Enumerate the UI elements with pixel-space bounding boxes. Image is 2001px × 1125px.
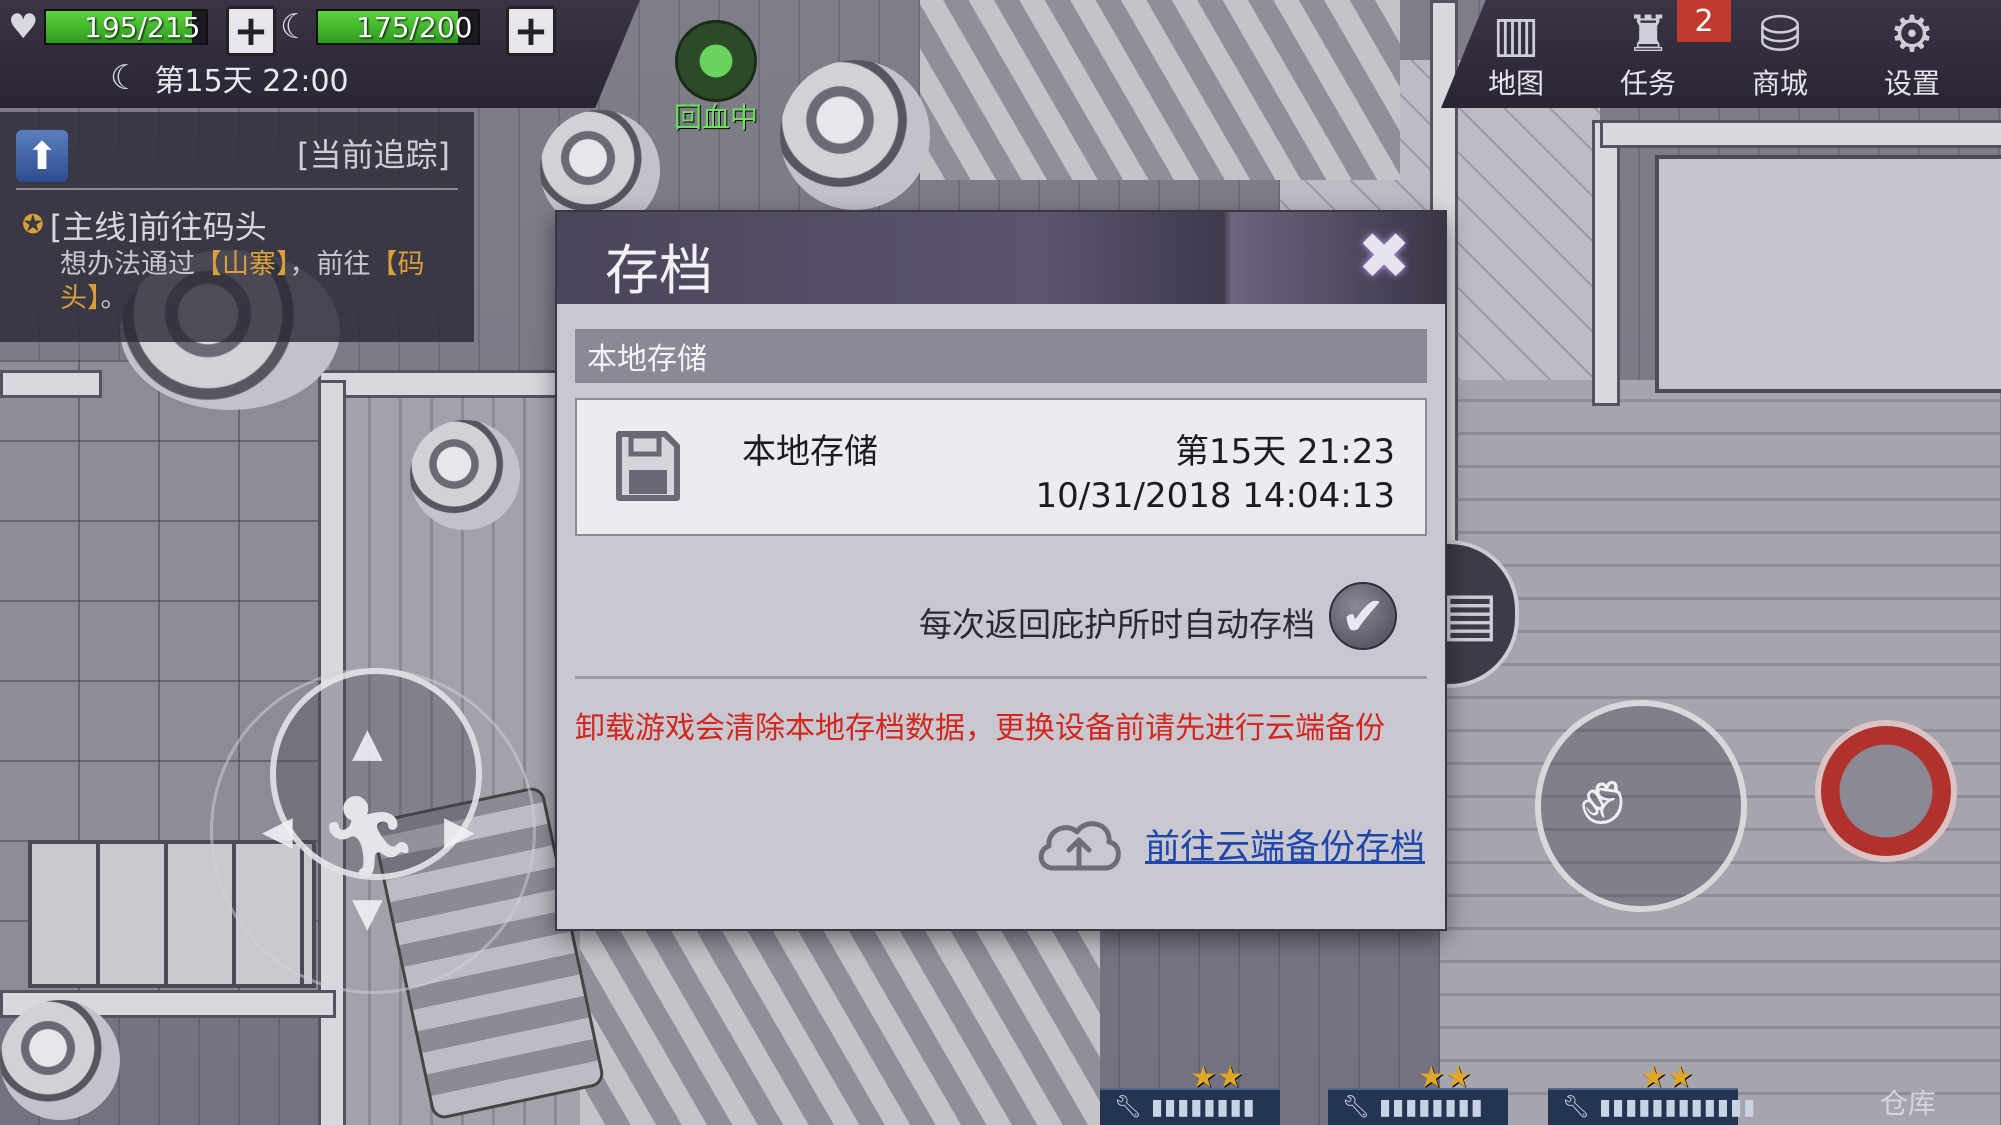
cloud-backup-link[interactable]: 前往云端备份存档 (1033, 812, 1425, 876)
close-icon: ✖ (1357, 220, 1411, 294)
quest-desc-text: 想办法通过 (60, 249, 195, 280)
quest-title-text: [主线]前往码头 (49, 208, 267, 246)
autosave-label: 每次返回庇护所时自动存档 (919, 605, 1315, 644)
item-durability: ▮▮▮▮▮▮▮▮ (1150, 1095, 1256, 1120)
regen-label: 回血中 (673, 101, 758, 134)
tasks-label: 任务 (1619, 67, 1676, 100)
item-durability-bar[interactable]: 🔧︎ ▮▮▮▮▮▮▮▮ (1100, 1088, 1280, 1125)
uninstall-warning: 卸载游戏会清除本地存档数据，更换设备前请先进行云端备份 (575, 711, 1385, 746)
cloud-upload-icon (1038, 821, 1121, 871)
striped-rug-bottom (580, 920, 1100, 1125)
wall-segment (318, 370, 564, 398)
quest-place-mountain-camp: 【山寨】 (195, 249, 290, 280)
map-button[interactable]: ▥ 地图 (1466, 6, 1566, 102)
item-durability-bar[interactable]: 🔧︎ ▮▮▮▮▮▮▮▮ (1328, 1088, 1508, 1125)
warehouse-button[interactable]: 仓库 (1880, 1082, 1936, 1122)
map-label: 地图 (1487, 67, 1544, 100)
health-text: 195/215 (84, 10, 201, 44)
dialog-header: 存档 ✖ (557, 212, 1445, 304)
checkmark-icon: ✔ (1340, 584, 1386, 648)
local-storage-section-header: 本地存储 (575, 329, 1427, 383)
save-slot-game-time: 第15天 21:23 (1174, 432, 1395, 472)
joystick-left-arrow-icon: ◀ (262, 808, 293, 854)
close-button[interactable]: ✖ (1351, 220, 1417, 294)
stamina-text: 175/200 (356, 10, 473, 44)
save-slot-real-time: 10/31/2018 14:04:13 (1035, 476, 1395, 516)
tasks-badge: 2 (1677, 0, 1731, 42)
quest-tracker-header: [当前追踪] (297, 136, 450, 174)
health-bar: 195/215 (44, 9, 209, 45)
map-icon: ▥ (1492, 5, 1540, 63)
settings-label: 设置 (1883, 67, 1940, 100)
settings-button[interactable]: ⚙ 设置 (1862, 6, 1962, 102)
item-durability: ▮▮▮▮▮▮▮▮ (1378, 1095, 1484, 1120)
collapse-arrow-icon[interactable]: ⬆ (16, 130, 68, 182)
wall-segment (0, 370, 102, 398)
dialog-title: 存档 (605, 239, 713, 302)
item-durability: ▮▮▮▮▮▮▮▮▮▮▮▮ (1598, 1095, 1757, 1120)
quest-tracker[interactable]: ⬆ [当前追踪] ✪ [主线]前往码头 想办法通过【山寨】，前往【码头】。 (0, 112, 474, 342)
save-dialog: 存档 ✖ 本地存储 本地存储 第15天 21:23 10/31/2018 14:… (557, 212, 1445, 929)
day-time-display: ☾ 第15天 22:00 (110, 56, 349, 100)
quest-divider (16, 188, 458, 190)
striped-rug-top (920, 0, 1400, 180)
moon-icon: ☾ (110, 58, 141, 98)
add-health-button[interactable]: + (226, 6, 276, 56)
run-icon: 🏃︎ (318, 790, 420, 883)
floppy-disk-icon (616, 431, 680, 501)
quest-desc-text: 。 (100, 283, 128, 314)
joystick-down-arrow-icon: ▼ (352, 890, 383, 936)
health-stat: ♥ 195/215 (8, 7, 209, 47)
gear-icon: ⚙ (1889, 5, 1935, 63)
stamina-bar: 175/200 (316, 9, 481, 45)
stamina-icon: ☾ (280, 7, 311, 47)
quest-marker-icon: ✪ (22, 210, 44, 240)
workbench-furniture (1655, 155, 2001, 393)
heart-icon: ♥ (8, 7, 39, 47)
regen-icon (675, 20, 757, 102)
wall-segment (1600, 120, 2001, 148)
weapon-slot[interactable] (1815, 720, 1957, 862)
quest-desc-text: ，前往 (289, 249, 371, 280)
regen-status: 回血中 (666, 20, 766, 136)
fist-icon: ✊︎ (1580, 748, 1626, 843)
plant-decor (780, 60, 930, 210)
stamina-stat: ☾ 175/200 (280, 7, 481, 47)
item-durability-bar[interactable]: 🔧︎ ▮▮▮▮▮▮▮▮▮▮▮▮ (1548, 1088, 1755, 1125)
wrench-icon: 🔧︎ (1562, 1095, 1591, 1120)
quest-description: 想办法通过【山寨】，前往【码头】。 (60, 248, 450, 316)
day-time-text: 第15天 22:00 (154, 64, 349, 99)
plant-decor (0, 1000, 120, 1120)
autosave-checkbox[interactable]: ✔ (1329, 582, 1397, 650)
dialog-divider (575, 676, 1427, 679)
save-slot[interactable]: 本地存储 第15天 21:23 10/31/2018 14:04:13 (575, 398, 1427, 536)
save-icon: ▤ (1441, 579, 1499, 649)
joystick-right-arrow-icon: ▶ (444, 808, 475, 854)
shop-label: 商城 (1751, 67, 1808, 100)
add-stamina-button[interactable]: + (506, 6, 556, 56)
quest-title: ✪ [主线]前往码头 (22, 202, 267, 248)
coins-icon: ⛁ (1759, 5, 1801, 63)
save-slot-name: 本地存储 (742, 432, 878, 472)
joystick-up-arrow-icon: ▲ (352, 720, 383, 766)
wrench-icon: 🔧︎ (1342, 1095, 1371, 1120)
shop-button[interactable]: ⛁ 商城 (1730, 6, 1830, 102)
attack-button[interactable] (1535, 700, 1747, 912)
wall-segment (1592, 120, 1620, 406)
wrench-icon: 🔧︎ (1114, 1095, 1143, 1120)
cloud-backup-link-text[interactable]: 前往云端备份存档 (1145, 819, 1425, 870)
plant-decor (410, 420, 520, 530)
